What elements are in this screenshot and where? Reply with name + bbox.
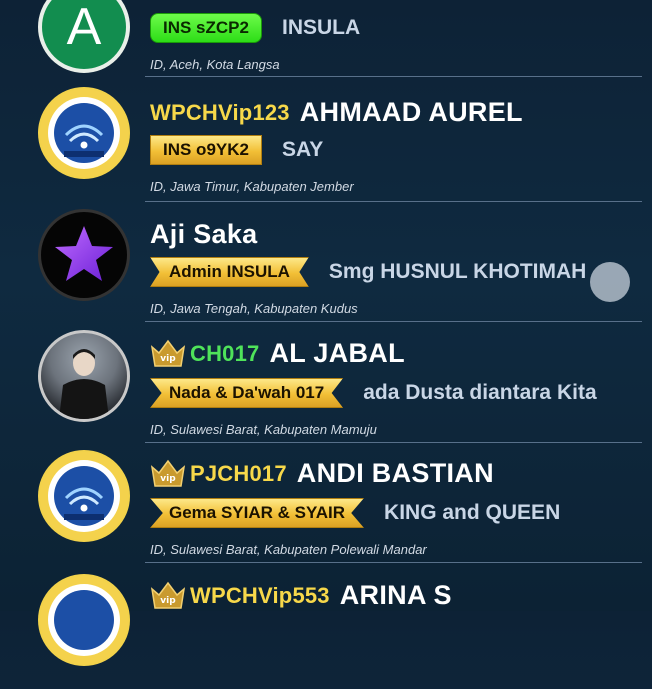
purple-star-avatar[interactable] xyxy=(38,209,130,301)
user-name[interactable]: Aji Saka xyxy=(150,219,257,250)
user-heading: WPCHVip123 AHMAAD AUREL xyxy=(150,97,523,128)
badge-line: INS sZCP2 INSULA xyxy=(150,13,360,43)
status-text: ada Dusta diantara Kita xyxy=(363,381,597,404)
insula-logo-avatar[interactable] xyxy=(38,450,130,542)
vip-crown-icon: vip xyxy=(150,339,186,367)
user-row[interactable]: vip CH017 AL JABAL Nada & Da'wah 017 ada… xyxy=(0,328,652,449)
user-badge: Admin INSULA xyxy=(150,257,309,287)
svg-text:vip: vip xyxy=(160,474,176,484)
user-heading: vip WPCHVip553 ARINA S xyxy=(150,580,452,611)
user-name[interactable]: ANDI BASTIAN xyxy=(297,458,494,489)
badge-line: Admin INSULA Smg HUSNUL KHOTIMAH xyxy=(150,257,586,287)
insula-logo-icon xyxy=(40,576,128,664)
vip-prefix: CH017 xyxy=(190,340,260,366)
vip-prefix: PJCH017 xyxy=(190,460,287,486)
person-photo-icon xyxy=(59,349,109,419)
user-row[interactable]: Aji Saka Admin INSULA Smg HUSNUL KHOTIMA… xyxy=(0,207,652,328)
divider xyxy=(145,76,642,77)
user-name[interactable]: ARINA S xyxy=(340,580,452,611)
vip-prefix: WPCHVip123 xyxy=(150,99,290,125)
status-text: Smg HUSNUL KHOTIMAH xyxy=(328,260,587,283)
touch-indicator xyxy=(590,262,630,302)
divider xyxy=(145,201,642,202)
purple-star-icon xyxy=(55,226,113,281)
profile-photo-avatar[interactable] xyxy=(38,330,130,422)
user-row[interactable]: vip PJCH017 ANDI BASTIAN Gema SYIAR & SY… xyxy=(0,448,652,569)
user-heading: vip PJCH017 ANDI BASTIAN xyxy=(150,458,494,489)
vip-crown-icon: vip xyxy=(150,459,186,487)
user-badge: INS sZCP2 xyxy=(150,13,262,43)
user-badge: Gema SYIAR & SYAIR xyxy=(150,498,365,528)
status-text: INSULA xyxy=(281,16,361,39)
user-name[interactable]: AHMAAD AUREL xyxy=(300,97,523,128)
vip-prefix: WPCHVip553 xyxy=(190,582,330,608)
svg-text:vip: vip xyxy=(160,596,176,606)
insula-logo-icon xyxy=(40,89,128,177)
avatar-letter: A xyxy=(66,0,102,56)
insula-logo-icon xyxy=(40,452,128,540)
user-heading: vip CH017 AL JABAL xyxy=(150,338,405,369)
user-row[interactable]: vip WPCHVip553 ARINA S xyxy=(0,568,652,689)
svg-text:vip: vip xyxy=(160,354,176,364)
status-text: KING and QUEEN xyxy=(384,501,561,524)
insula-logo-avatar[interactable] xyxy=(38,87,130,179)
badge-line: Nada & Da'wah 017 ada Dusta diantara Kit… xyxy=(150,378,597,408)
badge-line: Gema SYIAR & SYAIR KING and QUEEN xyxy=(150,498,560,528)
location-text: ID, Jawa Tengah, Kabupaten Kudus xyxy=(150,301,358,316)
location-text: ID, Sulawesi Barat, Kabupaten Polewali M… xyxy=(150,542,427,557)
user-list[interactable]: A INS sZCP2 INSULA ID, Aceh, Kota Langsa… xyxy=(0,0,652,666)
insula-logo-avatar[interactable] xyxy=(38,574,130,666)
user-heading: Aji Saka xyxy=(150,219,257,250)
user-badge: INS o9YK2 xyxy=(150,135,262,165)
divider xyxy=(145,442,642,443)
location-text: ID, Sulawesi Barat, Kabupaten Mamuju xyxy=(150,422,377,437)
user-row[interactable]: WPCHVip123 AHMAAD AUREL INS o9YK2 SAY ID… xyxy=(0,85,652,206)
vip-crown-icon: vip xyxy=(150,581,186,609)
user-name[interactable]: AL JABAL xyxy=(269,338,404,369)
user-badge: Nada & Da'wah 017 xyxy=(150,378,344,408)
divider xyxy=(145,562,642,563)
status-text: SAY xyxy=(281,138,324,161)
letter-avatar[interactable]: A xyxy=(38,0,130,73)
divider xyxy=(145,321,642,322)
badge-line: INS o9YK2 SAY xyxy=(150,135,323,165)
location-text: ID, Aceh, Kota Langsa xyxy=(150,57,280,72)
location-text: ID, Jawa Timur, Kabupaten Jember xyxy=(150,179,354,194)
